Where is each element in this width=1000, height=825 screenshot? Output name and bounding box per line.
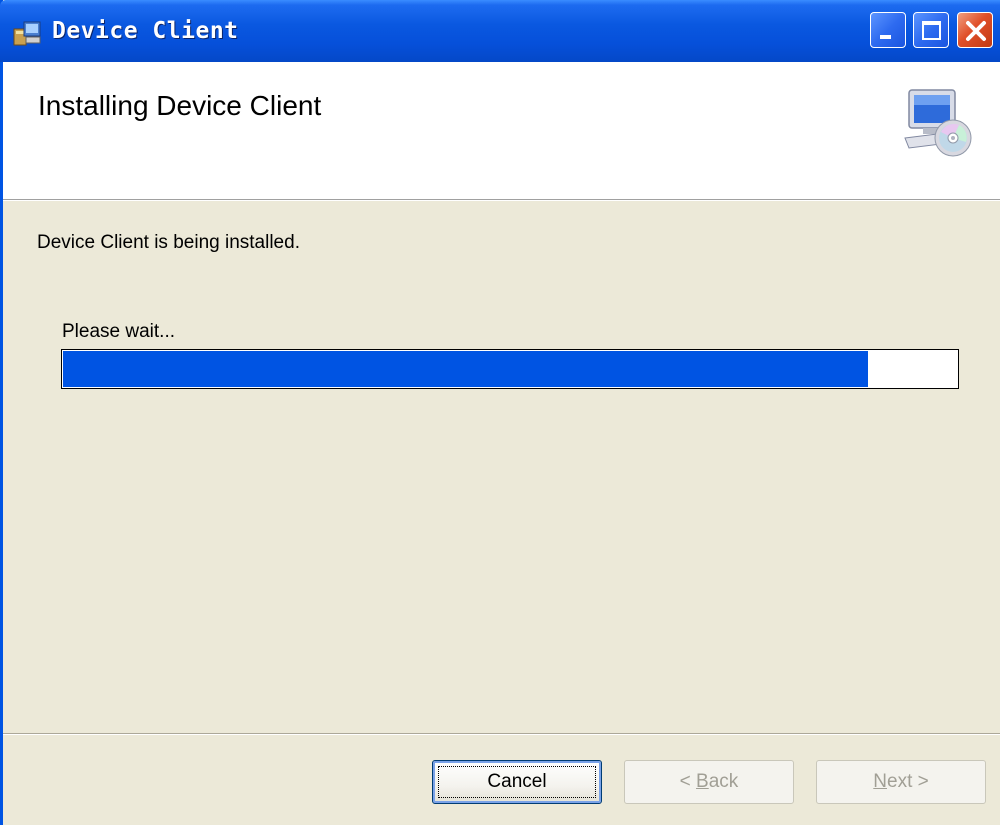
install-progress-bar (61, 349, 959, 389)
focus-rectangle (438, 766, 596, 798)
next-suffix: > (912, 771, 929, 792)
installer-app-icon (13, 21, 41, 46)
minimize-button[interactable] (870, 12, 906, 48)
next-label: ext (887, 771, 913, 792)
footer-divider-highlight (3, 734, 1000, 735)
title-bar[interactable]: Device Client (0, 0, 1000, 62)
minimize-icon (880, 35, 891, 39)
progress-fill (63, 351, 868, 387)
please-wait-label: Please wait... (62, 321, 175, 342)
back-prefix: < (679, 771, 697, 792)
cancel-button[interactable]: Cancel (432, 760, 602, 804)
maximize-button[interactable] (913, 12, 949, 48)
next-mnemonic: N (873, 771, 887, 792)
next-button[interactable]: Next > (816, 760, 986, 804)
back-label: ack (708, 771, 739, 792)
maximize-icon (922, 21, 941, 40)
page-title: Installing Device Client (38, 90, 322, 121)
back-mnemonic: B (696, 771, 709, 792)
close-button[interactable] (957, 12, 993, 48)
banner-divider (3, 200, 1000, 201)
computer-cd-icon (904, 89, 972, 157)
install-status-text: Device Client is being installed. (37, 232, 300, 253)
window-title: Device Client (52, 18, 239, 44)
back-button[interactable]: < Back (624, 760, 794, 804)
close-icon (966, 21, 986, 41)
header-banner: Installing Device Client (3, 62, 1000, 200)
installer-window: Device Client Installing Device Client D… (0, 0, 1000, 825)
